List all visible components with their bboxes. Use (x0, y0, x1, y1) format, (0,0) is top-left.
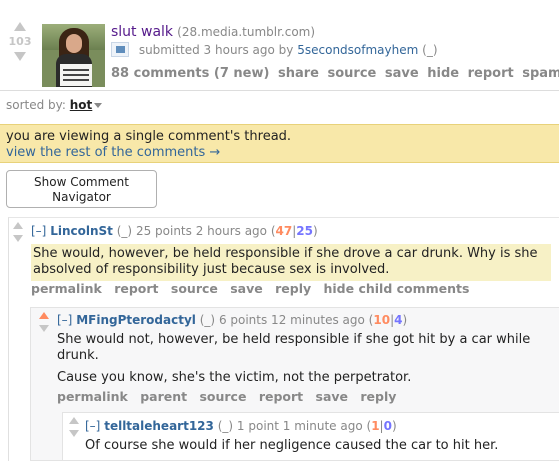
comment-meta: 6 points 12 minutes ago (218, 313, 365, 327)
comment-meta: 1 point 1 minute ago (236, 419, 363, 433)
author-flair: (_) (199, 313, 216, 327)
hide-children-button[interactable]: hide child comments (324, 281, 470, 296)
downvote-arrow-icon[interactable] (69, 430, 79, 437)
comments-button[interactable]: 88 comments (7 new) (111, 66, 269, 81)
downvote-count: 25 (296, 224, 313, 238)
author-flair: (_) (422, 43, 438, 57)
link-listing: 103 slut walk (28.media.tumblr.com) subm… (0, 0, 559, 90)
downvote-count: 4 (394, 313, 403, 327)
comment-vote (39, 312, 55, 338)
view-rest-link[interactable]: view the rest of the comments → (6, 145, 553, 161)
upvote-count: 10 (373, 313, 391, 327)
collapse-toggle[interactable]: [–] (57, 313, 72, 327)
comment-author[interactable]: LincolnSt (50, 224, 113, 238)
source-button[interactable]: source (328, 66, 377, 81)
comment-text: Cause you know, she's the victim, not th… (57, 370, 412, 385)
upvote-arrow-icon[interactable] (39, 312, 49, 319)
upvote-arrow-icon[interactable] (69, 417, 79, 424)
downvote-count: 0 (383, 419, 392, 433)
save-button[interactable]: save (385, 66, 419, 81)
source-button[interactable]: source (171, 281, 218, 296)
comment-vote (13, 222, 29, 248)
single-thread-notice: you are viewing a single comment's threa… (0, 124, 559, 163)
downvote-arrow-icon[interactable] (39, 325, 49, 332)
sort-bar: sorted by: hot (0, 90, 559, 120)
collapse-toggle[interactable]: [–] (85, 419, 100, 433)
parent-button[interactable]: parent (140, 389, 187, 404)
permalink-button[interactable]: permalink (31, 281, 102, 296)
link-thumbnail[interactable] (42, 24, 105, 87)
collapse-toggle[interactable]: [–] (31, 224, 46, 238)
downvote-arrow-icon[interactable] (14, 52, 26, 61)
comment-body: She would, however, be held responsible … (31, 244, 551, 281)
upvote-count: 47 (275, 224, 293, 238)
upvote-count: 1 (371, 419, 380, 433)
comment-header: [–] telltaleheart123 (_) 1 point 1 minut… (85, 419, 397, 433)
report-button[interactable]: report (114, 281, 158, 296)
comment-navigator-button[interactable]: Show Comment Navigator (6, 170, 157, 208)
link-buttons: 88 comments (7 new) share source save hi… (111, 66, 559, 81)
link-tagline: submitted 3 hours ago by 5secondsofmayhe… (111, 42, 438, 57)
link-domain[interactable]: (28.media.tumblr.com) (177, 25, 315, 39)
save-button[interactable]: save (316, 389, 349, 404)
report-button[interactable]: report (259, 389, 303, 404)
comment-text: She would not, however, be held responsi… (57, 332, 531, 363)
comment-vote (69, 417, 85, 443)
link-title[interactable]: slut walk (111, 24, 173, 40)
notice-text: you are viewing a single comment's threa… (6, 129, 292, 144)
comment-buttons: permalink report source save reply hide … (31, 281, 477, 296)
sort-label: sorted by: (6, 98, 66, 112)
comment-body: Of course she would if her negligence ca… (85, 438, 555, 454)
comment-buttons: permalink parent source report save repl… (57, 389, 404, 404)
navigator-label-2: Navigator (52, 190, 111, 204)
comment-text: She would, however, be held responsible … (33, 246, 538, 277)
comment: [–] telltaleheart123 (_) 1 point 1 minut… (62, 412, 559, 461)
comment-header: [–] LincolnSt (_) 25 points 2 hours ago … (31, 224, 318, 238)
reply-button[interactable]: reply (275, 281, 311, 296)
downvote-arrow-icon[interactable] (13, 235, 23, 242)
hide-button[interactable]: hide (427, 66, 459, 81)
comment-text: Of course she would if her negligence ca… (85, 438, 499, 453)
author-flair: (_) (116, 224, 133, 238)
comment-meta: 25 points 2 hours ago (135, 224, 268, 238)
sort-dropdown[interactable]: hot (70, 98, 93, 112)
navigator-label-1: Show Comment (34, 175, 129, 189)
comment-author[interactable]: telltaleheart123 (104, 419, 214, 433)
save-button[interactable]: save (230, 281, 263, 296)
comment-author[interactable]: MFingPterodactyl (76, 313, 196, 327)
spam-button[interactable]: spam (522, 66, 559, 81)
reply-button[interactable]: reply (360, 389, 396, 404)
link-author[interactable]: 5secondsofmayhem (297, 43, 418, 57)
comment-body: She would not, however, be held responsi… (57, 332, 547, 392)
report-button[interactable]: report (468, 66, 514, 81)
link-vote: 103 (5, 22, 35, 61)
author-flair: (_) (217, 419, 234, 433)
image-expando-icon[interactable] (111, 42, 129, 57)
comment-header: [–] MFingPterodactyl (_) 6 points 12 min… (57, 313, 408, 327)
submitted-text: submitted 3 hours ago by (138, 43, 294, 57)
source-button[interactable]: source (199, 389, 246, 404)
upvote-arrow-icon[interactable] (13, 222, 23, 229)
chevron-down-icon[interactable] (94, 103, 103, 108)
share-button[interactable]: share (278, 66, 319, 81)
link-score: 103 (8, 35, 32, 48)
upvote-arrow-icon[interactable] (14, 22, 26, 31)
permalink-button[interactable]: permalink (57, 389, 128, 404)
